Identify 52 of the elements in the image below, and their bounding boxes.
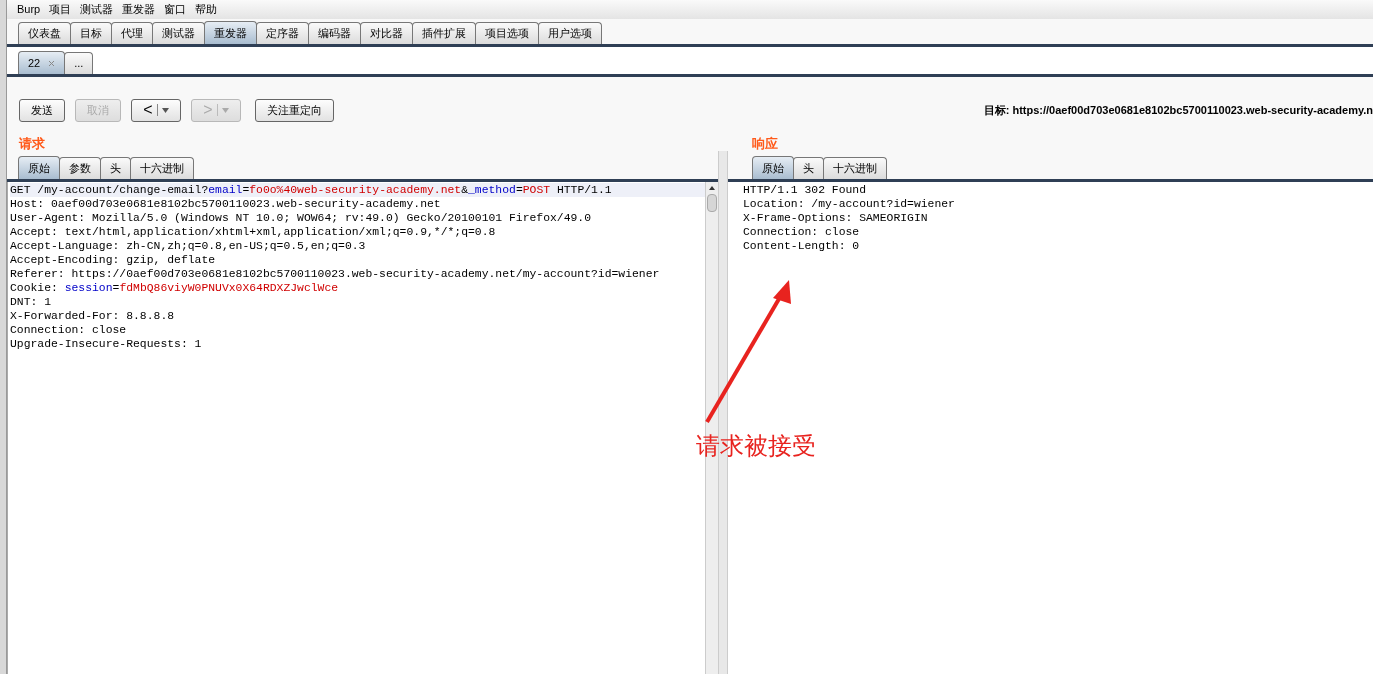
code-line: Location: /my-account?id=wiener [743, 197, 956, 211]
nav-button[interactable]: < [131, 98, 181, 122]
code-line: Upgrade-Insecure-Requests: 1 [10, 337, 203, 351]
tab[interactable]: 十六进制 [823, 157, 887, 179]
menu-item[interactable]: 测试器 [80, 1, 114, 18]
tab[interactable]: 十六进制 [130, 157, 194, 179]
code-line: Referer: https://0aef00d703e0681e8102bc5700110023.web-security-academy.net/my-account?id=wiener [10, 267, 661, 281]
tab[interactable]: 插件扩展 [412, 22, 476, 44]
close-icon[interactable] [48, 59, 56, 67]
tab[interactable]: 对比器 [360, 22, 413, 44]
menu-item[interactable]: 窗口 [164, 1, 187, 18]
code-line: X-Forwarded-For: 8.8.8.8 [10, 309, 176, 323]
code-line: DNT: 1 [10, 295, 52, 309]
panel-title: 请求 [17, 135, 46, 153]
code-line: Host: 0aef00d703e0681e8102bc5700110023.web-security-academy.net [10, 197, 442, 211]
code-line: Connection: close [743, 225, 861, 239]
scroll-thumb[interactable] [707, 194, 717, 212]
code-line: Content-Length: 0 [743, 239, 861, 253]
tab[interactable]: 定序器 [256, 22, 309, 44]
tab[interactable]: 重发器 [204, 21, 257, 44]
dropdown-caret-icon[interactable] [161, 107, 169, 113]
annotation-text: 请求被接受 [696, 431, 816, 461]
toolbar-button[interactable]: 关注重定向 [255, 98, 334, 122]
menu-item[interactable]: 帮助 [195, 1, 218, 18]
tab[interactable]: 项目选项 [475, 22, 539, 44]
code-line: User-Agent: Mozilla/5.0 (Windows NT 10.0; WOW64; rv:49.0) Gecko/20100101 Firefox/49.0 [10, 211, 593, 225]
tab[interactable]: 代理 [111, 22, 153, 44]
tab[interactable]: 原始 [752, 156, 794, 179]
menu-item[interactable]: Burp [17, 1, 41, 18]
tab[interactable]: 目标 [70, 22, 112, 44]
tab[interactable]: 22 [18, 51, 66, 74]
tab[interactable]: 原始 [18, 156, 60, 179]
tab[interactable]: 参数 [59, 157, 101, 179]
tab[interactable]: ... [64, 52, 94, 74]
panel-title: 响应 [751, 135, 779, 153]
code-line: Cookie: session=fdMbQ86viyW0PNUVx0X64RDXZJwclWce [10, 281, 340, 295]
menu-item[interactable]: 重发器 [122, 1, 156, 18]
code-line: Accept-Encoding: gzip, deflate [10, 253, 217, 267]
tab[interactable]: 测试器 [152, 22, 205, 44]
code-line: Accept-Language: zh-CN,zh;q=0.8,en-US;q=0.5,en;q=0.3 [10, 239, 367, 253]
code-line: Accept: text/html,application/xhtml+xml,application/xml;q=0.9,*/*;q=0.8 [10, 225, 497, 239]
tab[interactable]: 仪表盘 [18, 22, 71, 44]
tab[interactable]: 用户选项 [538, 22, 602, 44]
code-line: HTTP/1.1 302 Found [743, 183, 868, 197]
target-url: 目标: https://0aef00d703e0681e8102bc5700110023.web-security-academy.n [983, 102, 1373, 118]
tab[interactable]: 头 [100, 157, 131, 179]
tab[interactable]: 头 [793, 157, 824, 179]
code-line: Connection: close [10, 323, 128, 337]
toolbar-button[interactable]: 发送 [19, 98, 65, 122]
menu-item[interactable]: 项目 [49, 1, 72, 18]
tab[interactable]: 编码器 [308, 22, 361, 44]
code-line: X-Frame-Options: SAMEORIGIN [743, 211, 929, 225]
